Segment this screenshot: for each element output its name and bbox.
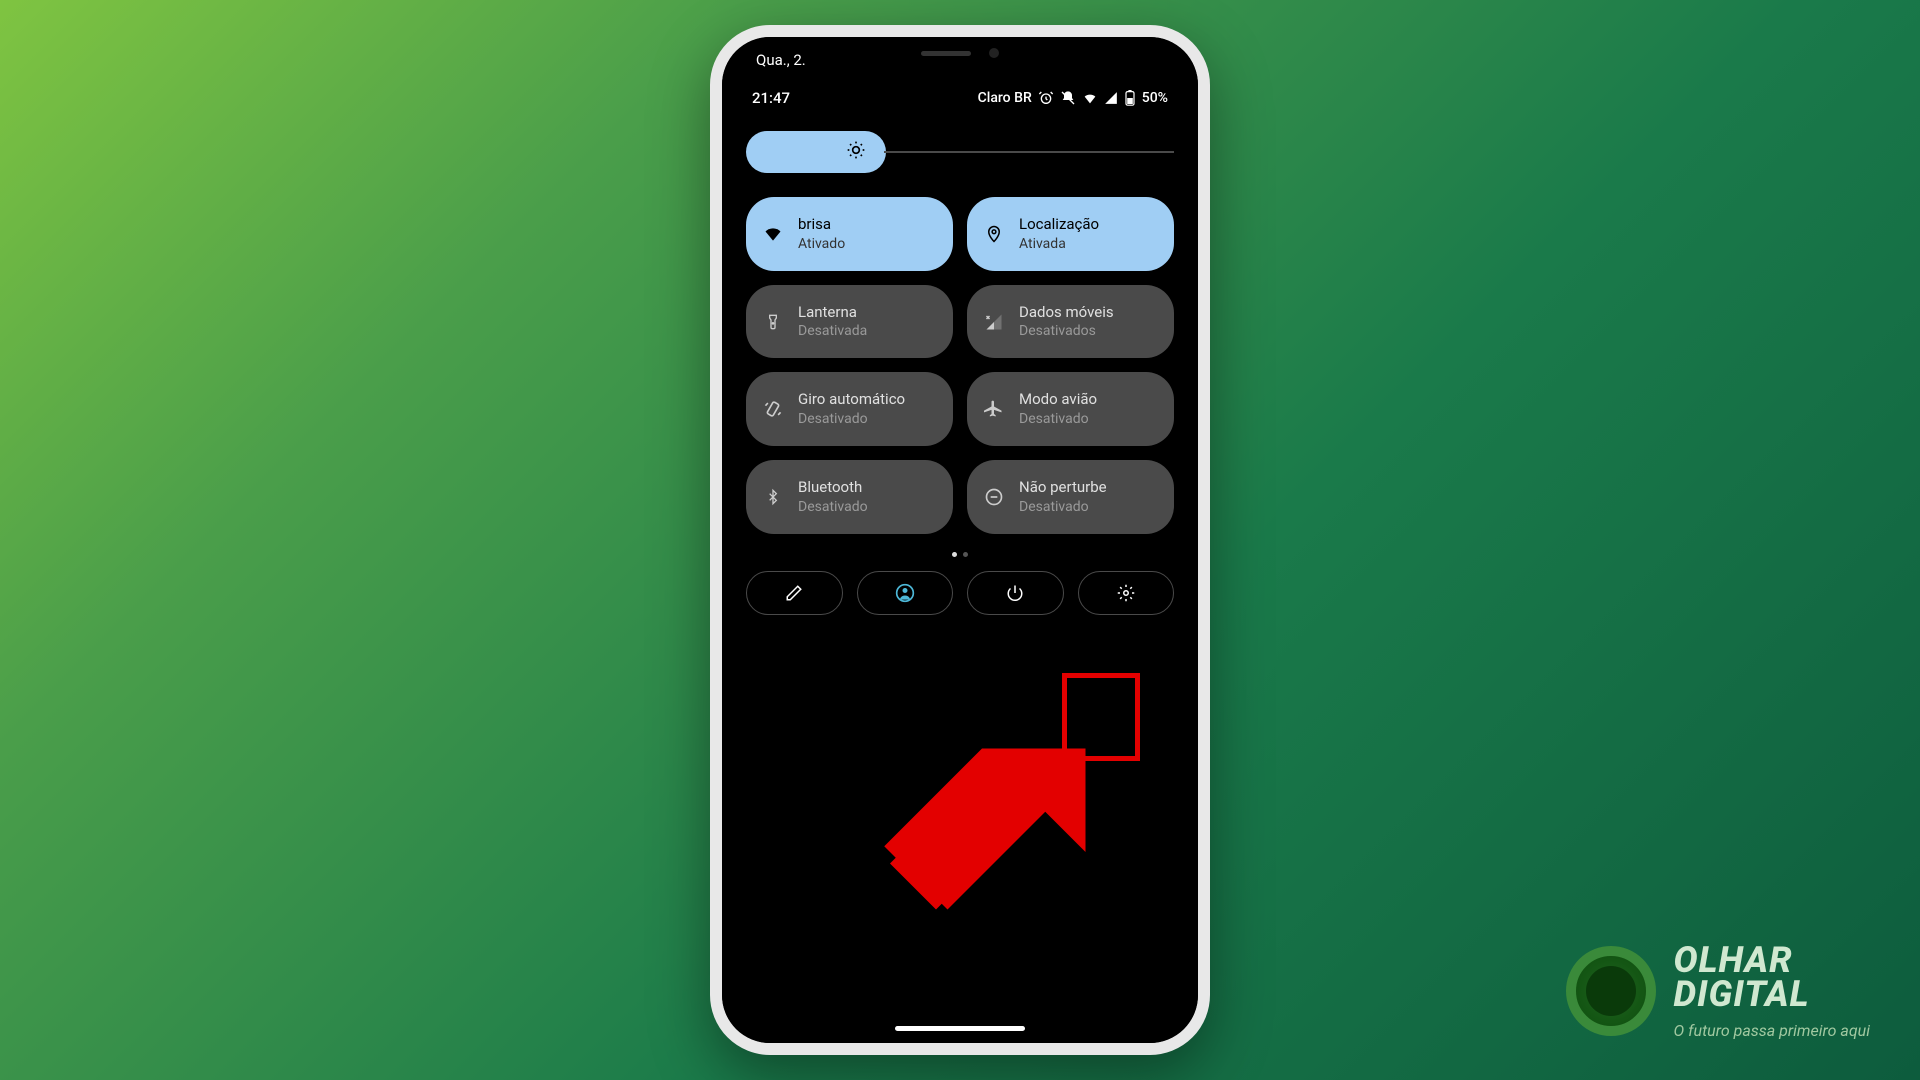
auto-rotate-icon <box>762 398 784 420</box>
tile-title: brisa <box>798 215 845 235</box>
tile-status: Desativado <box>1019 410 1097 428</box>
page-dot-active <box>952 552 957 557</box>
phone-volume-up <box>710 267 711 337</box>
phone-notch <box>870 37 1050 69</box>
phone-mockup-frame: Qua., 2. 21:47 Claro BR <box>710 25 1210 1055</box>
page-dot <box>963 552 968 557</box>
tile-status: Desativada <box>798 322 867 340</box>
tile-status: Desativados <box>1019 322 1114 340</box>
user-button[interactable] <box>857 571 954 615</box>
watermark-title-line1: OLHAR <box>1674 943 1870 977</box>
phone-screen: Qua., 2. 21:47 Claro BR <box>722 37 1198 1043</box>
brightness-slider[interactable] <box>746 115 1174 197</box>
tile-status: Ativada <box>1019 235 1099 253</box>
power-button[interactable] <box>967 571 1064 615</box>
quick-settings-tiles: brisa Ativado Localização Ativada Lant <box>746 197 1174 534</box>
tile-title: Localização <box>1019 215 1099 235</box>
tile-title: Giro automático <box>798 390 905 410</box>
qs-tile-bluetooth[interactable]: Bluetooth Desativado <box>746 460 953 534</box>
highlight-annotation <box>1062 673 1140 761</box>
gear-icon <box>1117 584 1135 602</box>
tile-title: Dados móveis <box>1019 303 1114 323</box>
tile-status: Ativado <box>798 235 845 253</box>
home-indicator[interactable] <box>895 1026 1025 1031</box>
dnd-icon <box>983 486 1005 508</box>
status-time: 21:47 <box>752 89 790 107</box>
mute-icon <box>1060 90 1076 106</box>
brightness-track[interactable] <box>884 151 1174 153</box>
signal-icon <box>1104 91 1118 105</box>
edit-tiles-button[interactable] <box>746 571 843 615</box>
qs-tile-airplane[interactable]: Modo avião Desativado <box>967 372 1174 446</box>
alarm-icon <box>1038 90 1054 106</box>
location-icon <box>983 223 1005 245</box>
status-battery-text: 50% <box>1142 90 1168 106</box>
flashlight-icon <box>762 311 784 333</box>
pencil-icon <box>785 584 803 602</box>
bluetooth-icon <box>762 486 784 508</box>
tile-status: Desativado <box>798 498 868 516</box>
qs-tile-auto-rotate[interactable]: Giro automático Desativado <box>746 372 953 446</box>
wifi-icon <box>762 223 784 245</box>
arrow-annotation <box>867 737 1097 967</box>
tile-title: Bluetooth <box>798 478 868 498</box>
wifi-icon <box>1082 90 1098 106</box>
airplane-icon <box>983 398 1005 420</box>
qs-tile-location[interactable]: Localização Ativada <box>967 197 1174 271</box>
battery-icon <box>1124 90 1136 106</box>
watermark-tagline: O futuro passa primeiro aqui <box>1674 1021 1870 1040</box>
phone-side-button <box>710 197 711 237</box>
tile-title: Modo avião <box>1019 390 1097 410</box>
phone-power-button <box>1209 287 1210 387</box>
watermark: OLHAR DIGITAL O futuro passa primeiro aq… <box>1566 943 1870 1040</box>
settings-button[interactable] <box>1078 571 1175 615</box>
brightness-icon <box>846 140 866 164</box>
tile-title: Não perturbe <box>1019 478 1107 498</box>
tile-title: Lanterna <box>798 303 867 323</box>
tile-status: Desativado <box>1019 498 1107 516</box>
power-icon <box>1006 584 1024 602</box>
qs-tile-wifi[interactable]: brisa Ativado <box>746 197 953 271</box>
qs-footer-buttons <box>746 567 1174 619</box>
tile-status: Desativado <box>798 410 905 428</box>
watermark-title-line2: DIGITAL <box>1674 977 1870 1011</box>
status-carrier: Claro BR <box>978 90 1032 106</box>
qs-tile-dnd[interactable]: Não perturbe Desativado <box>967 460 1174 534</box>
qs-tile-mobile-data[interactable]: Dados móveis Desativados <box>967 285 1174 359</box>
phone-volume-down <box>710 357 711 427</box>
mobile-data-icon <box>983 311 1005 333</box>
status-bar: 21:47 Claro BR 50% <box>746 69 1174 115</box>
qs-tile-flashlight[interactable]: Lanterna Desativada <box>746 285 953 359</box>
page-indicator <box>746 534 1174 567</box>
watermark-logo-icon <box>1566 946 1656 1036</box>
user-icon <box>895 583 915 603</box>
